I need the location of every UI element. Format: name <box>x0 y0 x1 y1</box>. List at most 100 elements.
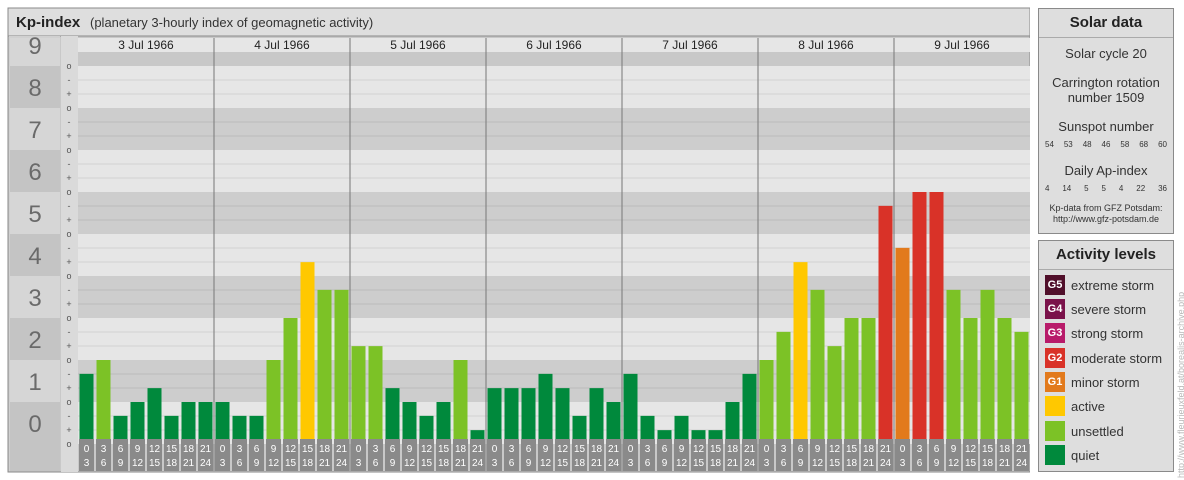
x-tick-end: 3 <box>900 458 906 469</box>
kp-bar <box>181 402 196 444</box>
x-tick-start: 0 <box>628 444 634 455</box>
x-tick-start: 18 <box>319 444 331 455</box>
x-tick-end: 9 <box>934 458 940 469</box>
x-tick-start: 21 <box>200 444 212 455</box>
x-tick-end: 12 <box>404 458 416 469</box>
sub-tick-label: - <box>68 201 71 211</box>
kp-bar <box>317 289 332 444</box>
x-tick-end: 12 <box>948 458 960 469</box>
x-tick-end: 9 <box>662 458 668 469</box>
legend-swatch <box>1045 396 1065 416</box>
kp-bar <box>1014 331 1029 444</box>
ap-index-label: Daily Ap-index <box>1064 163 1148 178</box>
y-axis: 0 1 2 3 4 5 6 7 8 9 <box>9 33 60 471</box>
day-label: 3 Jul 1966 <box>118 38 174 52</box>
ap-value: 5 <box>1084 184 1089 193</box>
x-tick-start: 3 <box>101 444 107 455</box>
x-tick-start: 9 <box>407 444 413 455</box>
kp-bar <box>351 346 366 444</box>
ap-value: 4 <box>1118 184 1124 193</box>
x-tick-end: 21 <box>863 458 875 469</box>
x-tick-start: 15 <box>574 444 586 455</box>
sub-tick-label: + <box>66 257 71 267</box>
ap-index-values: 4 14 5 5 4 22 36 <box>1039 184 1173 193</box>
kp-bar <box>555 388 570 444</box>
x-tick-start: 15 <box>438 444 450 455</box>
kp-bar <box>946 289 961 444</box>
x-tick-start: 12 <box>149 444 161 455</box>
x-tick-end: 9 <box>526 458 532 469</box>
x-tick-start: 15 <box>982 444 994 455</box>
ap-value: 36 <box>1158 184 1167 193</box>
x-tick-start: 12 <box>965 444 977 455</box>
x-tick-start: 9 <box>679 444 685 455</box>
x-tick-end: 3 <box>492 458 498 469</box>
x-tick-start: 21 <box>608 444 620 455</box>
band <box>78 150 1030 192</box>
legend-swatch: G2 <box>1045 348 1065 368</box>
x-tick-end: 24 <box>200 458 212 469</box>
x-tick-end: 12 <box>812 458 824 469</box>
x-tick-start: 6 <box>118 444 124 455</box>
x-tick-end: 21 <box>999 458 1011 469</box>
day-label: 4 Jul 1966 <box>254 38 310 52</box>
legend-item-g2: G2 moderate storm <box>1045 348 1162 368</box>
x-tick-end: 3 <box>220 458 226 469</box>
kp-bar <box>215 402 230 444</box>
x-tick-end: 3 <box>84 458 90 469</box>
kp-bar <box>130 402 145 444</box>
legend-label: minor storm <box>1071 374 1140 390</box>
y-tick-label: 5 <box>28 201 41 228</box>
x-tick-start: 12 <box>421 444 433 455</box>
kp-bar <box>742 373 757 444</box>
kp-bar <box>368 346 383 444</box>
x-tick-start: 3 <box>373 444 379 455</box>
x-tick-start: 6 <box>662 444 668 455</box>
x-tick-end: 12 <box>676 458 688 469</box>
x-tick-end: 24 <box>472 458 484 469</box>
x-tick-end: 18 <box>574 458 586 469</box>
sub-tick-label: - <box>68 369 71 379</box>
kp-chart: Kp-index (planetary 3-hourly index of ge… <box>7 7 1030 473</box>
source-note: Kp-data from GFZ Potsdam: http://www.gfz… <box>1039 203 1173 225</box>
x-tick-start: 6 <box>526 444 532 455</box>
x-tick-start: 0 <box>764 444 770 455</box>
x-tick-end: 9 <box>798 458 804 469</box>
sub-tick-axis: o + o + - o + - o + - o + - o + - o + - o + - o + - o - <box>61 36 78 472</box>
legend-item-g3: G3 strong storm <box>1045 323 1143 343</box>
x-tick-start: 3 <box>237 444 243 455</box>
sub-tick-label: o <box>66 439 71 449</box>
y-tick-label: 2 <box>28 327 41 354</box>
kp-bar <box>283 318 298 444</box>
x-tick-start: 9 <box>543 444 549 455</box>
x-tick-start: 21 <box>744 444 756 455</box>
x-tick-start: 6 <box>934 444 940 455</box>
y-tick-label: 4 <box>28 243 41 270</box>
x-tick-start: 18 <box>863 444 875 455</box>
sub-tick-label: o <box>66 103 71 113</box>
kp-bar <box>300 262 315 444</box>
sub-tick-label: o <box>66 61 71 71</box>
x-tick-start: 3 <box>917 444 923 455</box>
x-tick-end: 15 <box>829 458 841 469</box>
x-tick-start: 0 <box>356 444 362 455</box>
day-label: 9 Jul 1966 <box>934 38 990 52</box>
band <box>78 108 1030 150</box>
legend-swatch: G1 <box>1045 372 1065 392</box>
x-tick-start: 15 <box>166 444 178 455</box>
x-tick-end: 24 <box>1016 458 1028 469</box>
legend-item-active: active <box>1045 396 1105 416</box>
sub-tick-label: o <box>66 271 71 281</box>
chart-title: Kp-index <box>16 14 81 31</box>
x-tick-end: 21 <box>591 458 603 469</box>
sunspot-value: 53 <box>1063 140 1073 149</box>
sunspot-value: 58 <box>1120 140 1130 149</box>
kp-bar <box>963 318 978 444</box>
kp-bar <box>997 318 1012 444</box>
day-label: 8 Jul 1966 <box>798 38 854 52</box>
x-tick-start: 0 <box>84 444 90 455</box>
x-tick-start: 9 <box>135 444 141 455</box>
kp-bar <box>793 262 808 444</box>
source-link[interactable]: http://www.gfz-potsdam.de <box>1039 214 1173 225</box>
legend-label: strong storm <box>1071 325 1144 341</box>
